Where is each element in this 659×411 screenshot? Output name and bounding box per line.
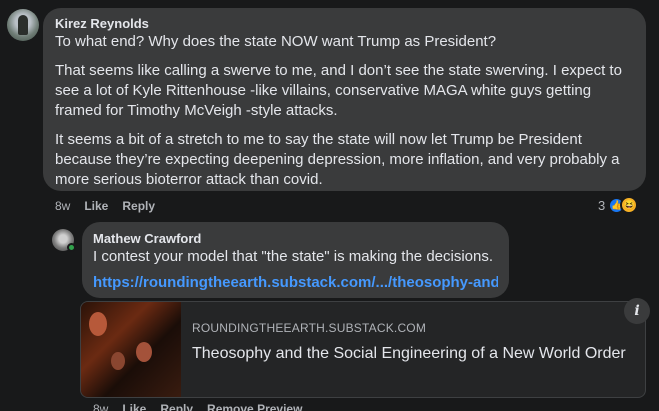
reply-reply-button[interactable]: Reply <box>160 402 193 411</box>
preview-thumbnail <box>81 302 181 397</box>
haha-reaction-icon: 😆 <box>620 196 639 214</box>
preview-title: Theosophy and the Social Engineering of … <box>192 345 626 362</box>
reactions-summary[interactable]: 3 👍 😆 <box>598 196 639 214</box>
preview-domain: ROUNDINGTHEEARTH.SUBSTACK.COM <box>192 321 427 335</box>
reply-actions: 8w Like Reply Remove Preview <box>93 402 316 411</box>
comment-paragraph-2: That seems like calling a swerve to me, … <box>55 62 622 119</box>
avatar-kirez[interactable] <box>7 9 39 41</box>
online-status-icon <box>67 243 76 252</box>
info-icon[interactable]: i <box>624 298 650 324</box>
comment-actions: 8w Like Reply <box>55 199 169 213</box>
comment-paragraph-1: To what end? Why does the state NOW want… <box>55 33 497 50</box>
link-preview-card[interactable]: ROUNDINGTHEEARTH.SUBSTACK.COM Theosophy … <box>80 301 646 398</box>
remove-preview-button[interactable]: Remove Preview <box>207 402 302 411</box>
reply-text: I contest your model that "the state" is… <box>93 248 494 265</box>
like-button[interactable]: Like <box>84 199 108 213</box>
reply-bubble: Mathew Crawford I contest your model tha… <box>82 222 509 298</box>
reply-author[interactable]: Mathew Crawford <box>93 230 498 247</box>
comment-author[interactable]: Kirez Reynolds <box>55 15 634 32</box>
comment-paragraph-3: It seems a bit of a stretch to me to say… <box>55 131 620 188</box>
reply-like-button[interactable]: Like <box>122 402 146 411</box>
comment-time[interactable]: 8w <box>55 199 70 213</box>
comment-bubble: Kirez Reynolds To what end? Why does the… <box>43 8 646 191</box>
reply-time[interactable]: 8w <box>93 402 108 411</box>
reply-button[interactable]: Reply <box>122 199 155 213</box>
reaction-count: 3 <box>598 197 606 213</box>
reply-link[interactable]: https://roundingtheearth.substack.com/..… <box>93 273 498 293</box>
